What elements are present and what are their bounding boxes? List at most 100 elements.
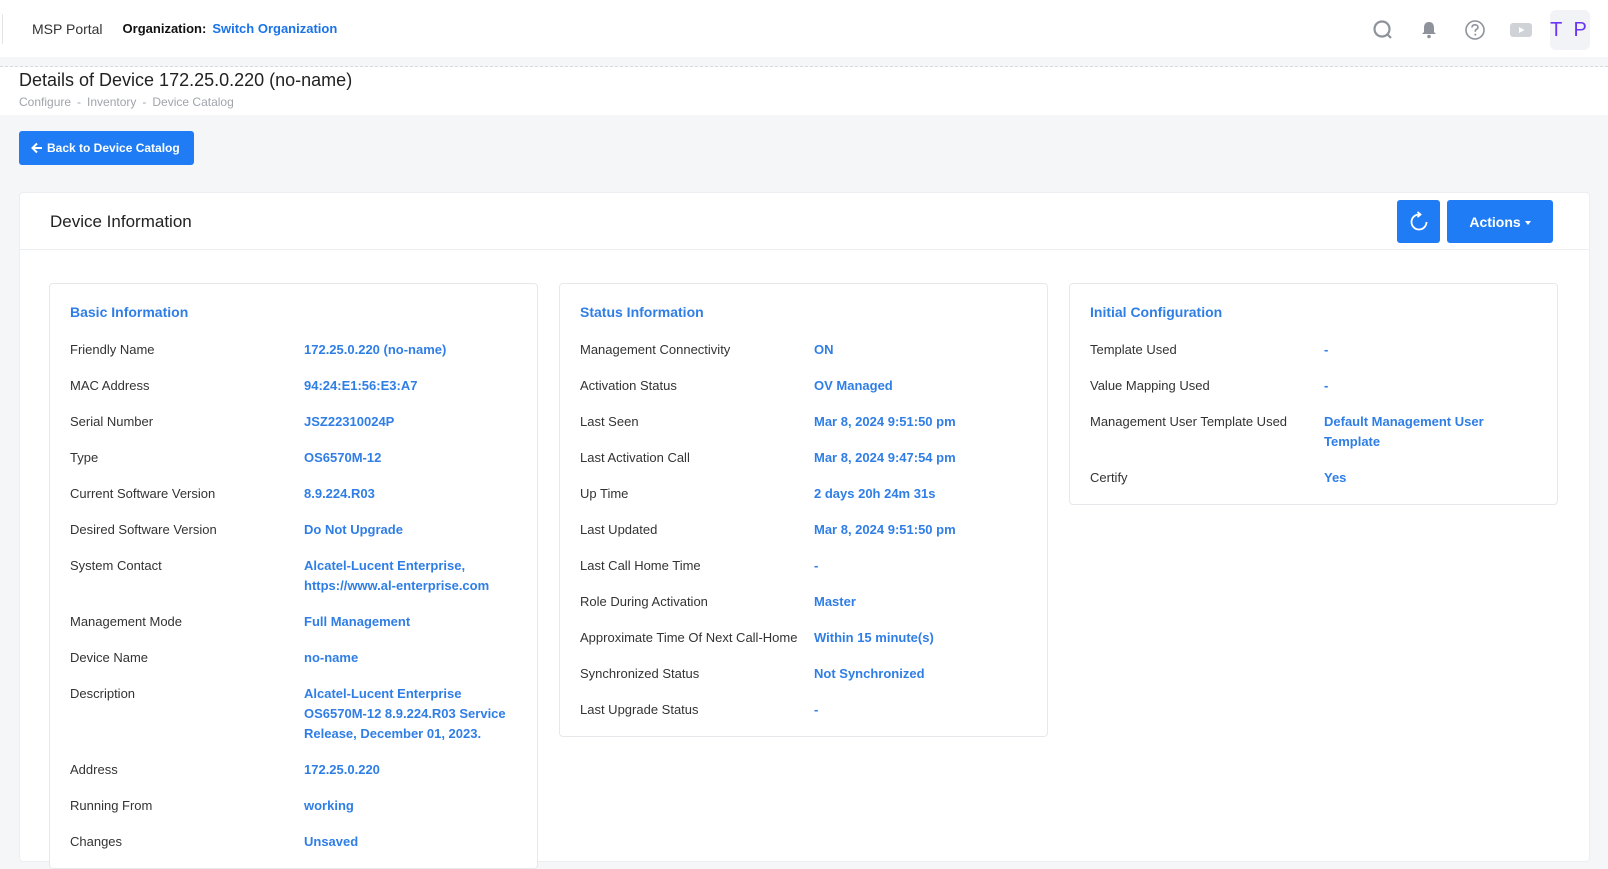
info-row: Management Mode Full Management xyxy=(70,612,517,632)
row-label: Approximate Time Of Next Call-Home xyxy=(580,630,798,645)
row-value: - xyxy=(814,702,819,717)
row-label: Address xyxy=(70,762,118,777)
back-button-label: Back to Device Catalog xyxy=(47,141,180,155)
info-row: Type OS6570M-12 xyxy=(70,448,517,468)
row-value: 2 days 20h 24m 31s xyxy=(814,486,936,501)
back-to-device-catalog-button[interactable]: Back to Device Catalog xyxy=(19,131,194,165)
info-row: Last Seen Mar 8, 2024 9:51:50 pm xyxy=(580,412,1027,432)
row-value: Master xyxy=(814,594,856,609)
help-icon[interactable] xyxy=(1460,12,1490,48)
row-value: Within 15 minute(s) xyxy=(814,630,934,645)
user-avatar[interactable]: T P xyxy=(1550,10,1590,50)
row-value: ON xyxy=(814,342,834,357)
info-row: Address 172.25.0.220 xyxy=(70,760,517,780)
basic-information-panel: Basic Information Friendly Name 172.25.0.… xyxy=(49,283,538,869)
page-title: Details of Device 172.25.0.220 (no-name) xyxy=(19,70,353,90)
row-label: Type xyxy=(70,450,99,465)
info-row: Management User Template Used Default Man… xyxy=(1090,412,1537,452)
breadcrumb-separator: - xyxy=(142,95,147,109)
row-value: working xyxy=(304,798,354,813)
breadcrumb-separator: - xyxy=(77,95,82,109)
row-label: Device Name xyxy=(70,650,149,665)
row-label: Last Upgrade Status xyxy=(580,702,699,717)
switch-organization-link[interactable]: Switch Organization xyxy=(212,21,337,36)
row-value: 8.9.224.R03 xyxy=(304,486,375,501)
row-value: 94:24:E1:56:E3:A7 xyxy=(304,378,418,393)
row-label: Template Used xyxy=(1090,342,1177,357)
top-icons: T P xyxy=(1352,10,1590,50)
row-label: Desired Software Version xyxy=(70,522,217,537)
info-row: Certify Yes xyxy=(1090,468,1537,488)
info-row: Synchronized Status Not Synchronized xyxy=(580,664,1027,684)
info-row: Value Mapping Used - xyxy=(1090,376,1537,396)
search-icon[interactable] xyxy=(1368,12,1398,48)
info-row: Friendly Name 172.25.0.220 (no-name) xyxy=(70,340,517,360)
breadcrumb-inventory[interactable]: Inventory xyxy=(87,95,136,109)
info-row: Management Connectivity ON xyxy=(580,340,1027,360)
panel-title: Basic Information xyxy=(70,304,189,320)
actions-dropdown-button[interactable]: Actions xyxy=(1447,200,1553,243)
panel-title: Initial Configuration xyxy=(1090,304,1223,320)
row-label: Last Activation Call xyxy=(580,450,690,465)
row-value: 172.25.0.220 xyxy=(304,762,380,777)
info-row: MAC Address 94:24:E1:56:E3:A7 xyxy=(70,376,517,396)
row-label: Management Connectivity xyxy=(580,342,731,357)
row-label: Changes xyxy=(70,834,123,849)
info-row: Last Updated Mar 8, 2024 9:51:50 pm xyxy=(580,520,1027,540)
row-label: Description xyxy=(70,686,136,701)
info-row: Device Name no-name xyxy=(70,648,517,668)
info-row: Last Activation Call Mar 8, 2024 9:47:54 … xyxy=(580,448,1027,468)
row-label: MAC Address xyxy=(70,378,150,393)
info-row: Serial Number JSZ22310024P xyxy=(70,412,517,432)
row-label: Up Time xyxy=(580,486,629,501)
panel-title: Status Information xyxy=(580,304,704,320)
sidebar-edge xyxy=(0,14,3,44)
row-value: Mar 8, 2024 9:51:50 pm xyxy=(814,414,956,429)
row-value: Alcatel-Lucent Enterprise OS6570M-12 8.9… xyxy=(304,686,506,741)
row-value: Mar 8, 2024 9:51:50 pm xyxy=(814,522,956,537)
refresh-icon xyxy=(1410,210,1427,230)
row-label: System Contact xyxy=(70,558,162,573)
row-value: Unsaved xyxy=(304,834,359,849)
info-row: System Contact Alcatel-Lucent Enterprise,… xyxy=(70,556,517,596)
row-label: Management Mode xyxy=(70,614,183,629)
arrow-left-icon xyxy=(31,142,42,154)
row-label: Current Software Version xyxy=(70,486,216,501)
info-row: Desired Software Version Do Not Upgrade xyxy=(70,520,517,540)
row-label: Certify xyxy=(1090,470,1128,485)
bell-icon[interactable] xyxy=(1414,12,1444,48)
card-header: Device Information Actions xyxy=(20,193,1589,250)
refresh-button[interactable] xyxy=(1397,200,1440,243)
breadcrumb-configure[interactable]: Configure xyxy=(19,95,71,109)
info-row: Last Call Home Time - xyxy=(580,556,1027,576)
row-value: OS6570M-12 xyxy=(304,450,382,465)
row-label: Synchronized Status xyxy=(580,666,700,681)
row-value: - xyxy=(1324,378,1329,393)
row-value: - xyxy=(814,558,819,573)
row-value: Not Synchronized xyxy=(814,666,925,681)
row-value: OV Managed xyxy=(814,378,893,393)
row-label: Activation Status xyxy=(580,378,677,393)
breadcrumb: Configure - Inventory - Device Catalog xyxy=(19,95,234,109)
row-label: Running From xyxy=(70,798,153,813)
row-value: Do Not Upgrade xyxy=(304,522,403,537)
row-label: Friendly Name xyxy=(70,342,155,357)
row-label: Last Call Home Time xyxy=(580,558,701,573)
status-information-panel: Status Information Management Connectivi… xyxy=(559,283,1048,737)
breadcrumb-device-catalog[interactable]: Device Catalog xyxy=(152,95,233,109)
row-value: Yes xyxy=(1324,470,1347,485)
video-icon[interactable] xyxy=(1506,12,1536,48)
initial-configuration-panel: Initial Configuration Template Used - Val… xyxy=(1069,283,1558,505)
info-row: Up Time 2 days 20h 24m 31s xyxy=(580,484,1027,504)
info-row: Current Software Version 8.9.224.R03 xyxy=(70,484,517,504)
row-value: Full Management xyxy=(304,614,411,629)
row-value: no-name xyxy=(304,650,359,665)
info-row: Changes Unsaved xyxy=(70,832,517,852)
page-header: Details of Device 172.25.0.220 (no-name)… xyxy=(0,67,1608,115)
brand-name[interactable]: MSP Portal xyxy=(32,21,103,37)
info-row: Last Upgrade Status - xyxy=(580,700,1027,720)
row-value: - xyxy=(1324,342,1329,357)
row-value: 172.25.0.220 (no-name) xyxy=(304,342,447,357)
row-label: Last Seen xyxy=(580,414,639,429)
row-label: Role During Activation xyxy=(580,594,708,609)
